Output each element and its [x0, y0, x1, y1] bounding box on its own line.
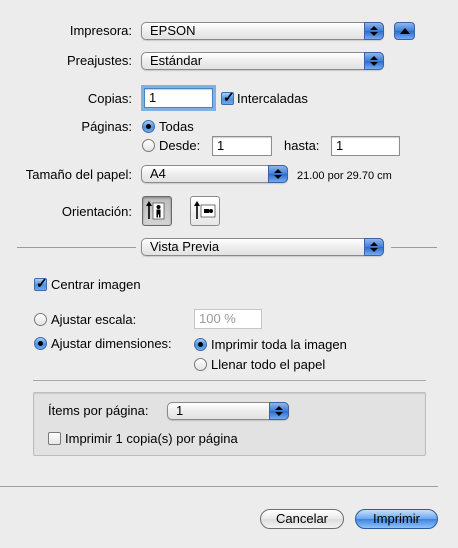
orientation-label: Orientación:	[61, 204, 132, 219]
print-entire-label: Imprimir toda la imagen	[211, 337, 347, 352]
one-copy-checkbox[interactable]	[48, 432, 61, 445]
section-separator-right	[391, 247, 437, 248]
print-button[interactable]: Imprimir	[355, 509, 438, 529]
collated-label: Intercaladas	[237, 91, 308, 106]
inner-separator	[33, 380, 426, 381]
scale-input[interactable]: 100 %	[194, 309, 262, 329]
paper-size-popup[interactable]: A4	[141, 165, 288, 183]
pages-all-radio[interactable]	[142, 120, 155, 133]
fill-paper-radio[interactable]	[194, 358, 207, 371]
items-per-page-value: 1	[176, 403, 184, 418]
copies-label: Copias:	[87, 91, 132, 106]
landscape-person-icon	[194, 201, 216, 219]
pages-label: Páginas:	[81, 119, 132, 134]
paper-dimensions: 21.00 por 29.70 cm	[297, 170, 392, 182]
portrait-person-icon	[146, 201, 165, 220]
printer-value: EPSON	[150, 23, 196, 38]
center-image-label: Centrar imagen	[51, 277, 141, 292]
paper-size-label: Tamaño del papel:	[25, 167, 132, 182]
fit-label: Ajustar dimensiones:	[51, 336, 172, 351]
popup-arrows-icon	[269, 402, 289, 420]
bottom-separator	[0, 486, 438, 487]
pages-from-label: Desde:	[159, 138, 201, 153]
items-per-page-label: Ítems por página:	[48, 403, 149, 418]
printer-popup[interactable]: EPSON	[141, 22, 384, 40]
print-entire-radio[interactable]	[194, 338, 207, 351]
pages-to-label: hasta:	[284, 138, 320, 153]
section-separator-left	[17, 247, 136, 248]
panel-popup[interactable]: Vista Previa	[141, 238, 384, 256]
popup-arrows-icon	[364, 52, 384, 70]
fit-radio[interactable]	[34, 337, 47, 350]
collapse-details-button[interactable]	[394, 22, 415, 40]
popup-arrows-icon	[364, 22, 384, 40]
center-image-checkbox[interactable]: ✓	[34, 275, 48, 291]
pages-from-input[interactable]: 1	[212, 136, 272, 156]
orientation-landscape-button[interactable]	[190, 196, 220, 226]
copies-input[interactable]: 1	[144, 88, 213, 108]
orientation-portrait-button[interactable]	[142, 196, 172, 226]
one-copy-label: Imprimir 1 copia(s) por página	[65, 431, 238, 446]
fill-paper-label: Llenar todo el papel	[211, 357, 326, 372]
items-per-page-popup[interactable]: 1	[167, 402, 289, 420]
disclosure-up-icon	[400, 28, 410, 34]
pages-all-label: Todas	[159, 119, 194, 134]
pages-to-input[interactable]: 1	[331, 136, 400, 156]
presets-label: Preajustes:	[66, 53, 132, 68]
printer-label: Impresora:	[69, 23, 132, 38]
pages-range-radio[interactable]	[142, 139, 155, 152]
presets-value: Estándar	[150, 53, 203, 68]
panel-value: Vista Previa	[150, 239, 220, 254]
scale-radio[interactable]	[34, 313, 47, 326]
popup-arrows-icon	[364, 238, 384, 256]
cancel-button[interactable]: Cancelar	[260, 509, 344, 529]
paper-size-value: A4	[150, 166, 166, 181]
scale-label: Ajustar escala:	[51, 312, 137, 327]
presets-popup[interactable]: Estándar	[141, 52, 384, 70]
popup-arrows-icon	[268, 165, 288, 183]
collated-checkbox[interactable]: ✓	[221, 89, 235, 105]
